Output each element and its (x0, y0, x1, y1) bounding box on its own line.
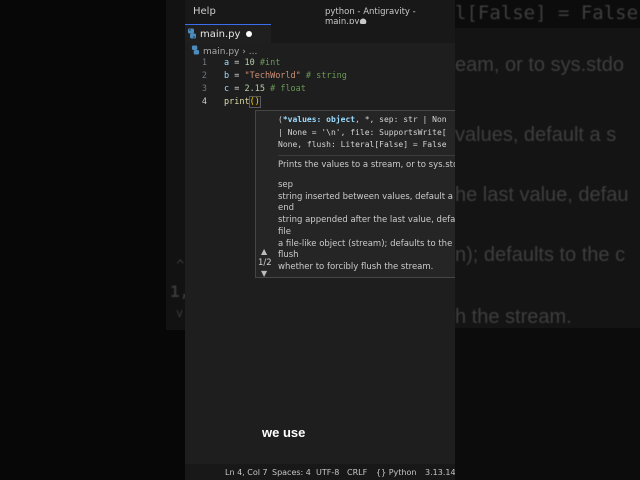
menu-help[interactable]: Help (193, 6, 216, 17)
background-text: n); defaults to the c (455, 244, 626, 266)
param-name: end (278, 203, 295, 213)
doc-description: Prints the values to a stream, or to sys… (278, 160, 455, 170)
param-desc: string appended after the last value, de… (278, 215, 455, 225)
param-name: file (278, 227, 291, 237)
chevron-down-icon[interactable]: ▼ (261, 269, 267, 277)
code-token: 2.15 (244, 84, 265, 94)
signature-part: , *, sep: str | Non (355, 115, 447, 124)
breadcrumb-separator-icon: › (242, 47, 246, 57)
code-comment: # string (300, 71, 347, 81)
line-number: 4 (201, 97, 207, 107)
background-glyph: v (176, 306, 184, 320)
tab-bar: main.py (185, 24, 455, 43)
param-name: sep (278, 180, 294, 190)
param-desc: a file-like object (stream); defaults to… (278, 239, 455, 249)
code-token: "TechWorld" (244, 71, 301, 81)
chevron-up-icon[interactable]: ▲ (261, 247, 267, 256)
param-name: flush (278, 250, 299, 260)
background-glyph: 1, (170, 282, 185, 301)
python-icon (188, 28, 196, 39)
matched-parens: () (248, 96, 261, 108)
line-number: 1 (201, 58, 207, 68)
signature-part: None, flush: Literal[False] = False (278, 140, 447, 149)
title-bar: Help python - Antigravity - main.py● (185, 0, 455, 27)
tab-label: main.py (200, 29, 241, 40)
encoding[interactable]: UTF-8 (316, 468, 339, 477)
signature-text: (*values: object, *, sep: str | Non | No… (278, 114, 447, 152)
caption-text: we use (262, 425, 306, 440)
background-text: l[False] = False (455, 2, 639, 24)
breadcrumb-more[interactable]: ... (249, 47, 258, 57)
background-left-panel (166, 0, 185, 330)
breadcrumb[interactable]: main.py › ... (191, 45, 257, 57)
cursor-position[interactable]: Ln 4, Col 7 (225, 468, 268, 477)
python-icon (191, 45, 200, 55)
background-left-blur: ^ 1, v (0, 0, 185, 480)
line-ending[interactable]: CRLF (347, 468, 367, 477)
tab-main-py[interactable]: main.py (185, 24, 271, 43)
indentation[interactable]: Spaces: 4 (272, 468, 311, 477)
code-line[interactable]: b = "TechWorld" # string (224, 71, 347, 81)
python-version[interactable]: 3.13.14 ( (425, 468, 455, 477)
background-text: he last value, defau (455, 184, 629, 206)
code-comment: #int (254, 58, 281, 68)
code-token: = (229, 58, 245, 68)
active-parameter: *values: object (282, 115, 356, 124)
code-token: = (229, 84, 245, 94)
status-bar: Ln 4, Col 7 Spaces: 4 UTF-8 CRLF {} Pyth… (185, 464, 455, 480)
code-line[interactable]: print() (224, 96, 261, 108)
background-text: h the stream. (455, 306, 572, 328)
signature-part: | None = '\n', file: SupportsWrite[ (278, 127, 447, 137)
editor-window: Help python - Antigravity - main.py● mai… (185, 0, 455, 480)
background-right-blur: l[False] = False eam, or to sys.stdo val… (455, 0, 640, 480)
signature-docs: Prints the values to a stream, or to sys… (278, 160, 455, 277)
overload-counter: 1/2 (258, 258, 272, 268)
code-comment: # float (264, 84, 306, 94)
code-token: 10 (244, 58, 255, 68)
code-line[interactable]: a = 10 #int (224, 58, 280, 68)
code-area[interactable]: a = 10 #int b = "TechWorld" # string c =… (224, 58, 347, 118)
background-glyph: ^ (176, 258, 185, 274)
code-line[interactable]: c = 2.15 # float (224, 84, 306, 94)
code-token: = (229, 71, 245, 81)
background-text: values, default a s (455, 124, 617, 146)
unsaved-dot-icon[interactable] (246, 31, 252, 37)
language-mode[interactable]: {} Python (376, 468, 416, 477)
line-number: 3 (201, 84, 207, 94)
divider (278, 155, 455, 156)
param-desc: whether to forcibly flush the stream. (278, 262, 434, 272)
breadcrumb-file[interactable]: main.py (203, 47, 239, 57)
param-desc: string inserted between values, default … (278, 192, 455, 202)
signature-help-popup[interactable]: ▲ 1/2 ▼ (*values: object, *, sep: str | … (255, 110, 455, 278)
background-text: eam, or to sys.stdo (455, 54, 624, 76)
line-number: 2 (201, 71, 207, 81)
overload-navigator: ▲ 1/2 ▼ (256, 111, 278, 277)
code-token: print (224, 97, 250, 107)
